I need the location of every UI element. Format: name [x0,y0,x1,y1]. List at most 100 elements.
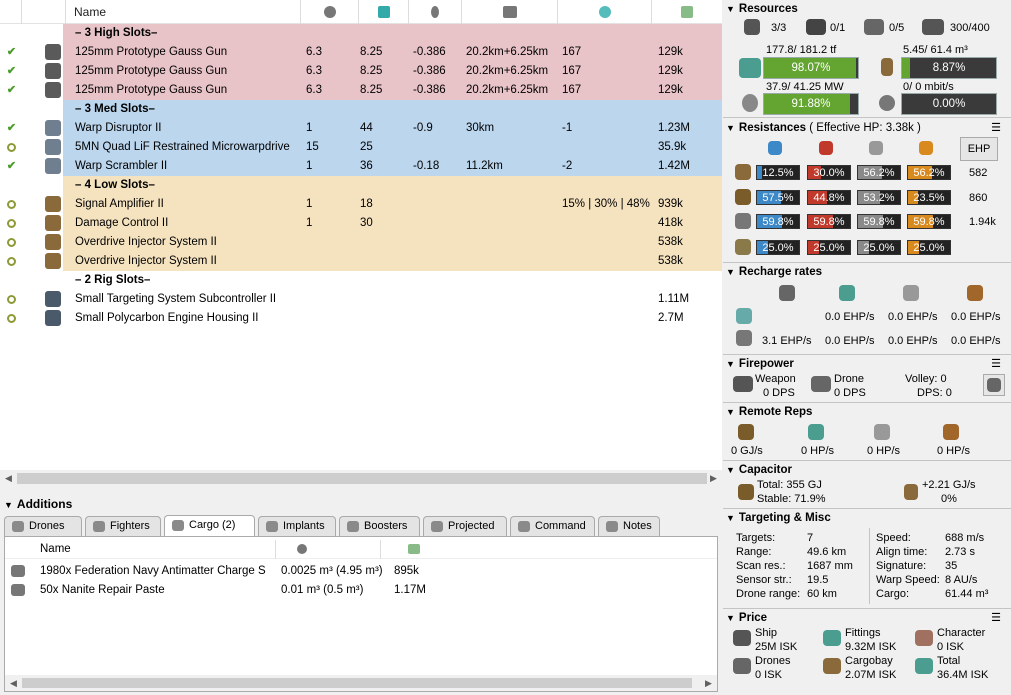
module-row[interactable]: 5MN Quad LiF Restrained Microwarpdrive 15… [0,138,722,157]
module-stat-c3: -0.18 [413,160,440,172]
fitting-hscrollbar[interactable]: ◀ ▶ [0,470,722,487]
tab-fighters[interactable]: Fighters [85,516,161,536]
range-col-header[interactable] [462,0,558,24]
module-icon [45,253,61,269]
capacitor-header[interactable]: ▼ Capacitor [726,462,792,478]
resist-value: 44.8% [813,192,845,204]
tab-projected[interactable]: Projected [423,516,507,536]
module-row[interactable]: Overdrive Injector System II 538k [0,252,722,271]
cargo-price-col-header[interactable] [408,540,420,561]
tab-implants[interactable]: Implants [258,516,336,536]
module-stat-c7: 1.42M [658,160,690,172]
tab-boosters[interactable]: Boosters [339,516,420,536]
module-name: Damage Control II [75,217,169,229]
menu-icon[interactable]: ☰ [991,121,1001,134]
tab-drones[interactable]: Drones [4,516,82,536]
menu-icon[interactable]: ☰ [991,357,1001,370]
module-row[interactable]: Damage Control II 1 30 418k [0,214,722,233]
module-stat-c5: 167 [562,65,582,77]
online-state-icon[interactable] [7,219,16,228]
collapse-triangle-icon: ▼ [726,407,735,417]
section-header: – 2 Rig Slots– [0,271,722,290]
remote-reps-header[interactable]: ▼ Remote Reps [726,404,812,420]
icon-col-header[interactable] [22,0,66,24]
fittings-icon [823,630,841,646]
stat-label: Speed: [876,532,911,544]
module-row[interactable]: Signal Amplifier II 1 18 15% | 30% | 48% 939… [0,195,722,214]
scroll-right-arrow-icon[interactable]: ▶ [705,470,722,487]
scroll-thumb[interactable] [17,473,707,484]
tab-icon [518,521,530,532]
collapse-triangle-icon: ▼ [726,465,735,475]
name-col-header[interactable]: Name [66,0,301,24]
cpu-col-header[interactable] [301,0,359,24]
ehp-button[interactable]: EHP [960,137,998,161]
module-stat-c5: -2 [562,160,573,172]
state-col-header[interactable] [0,0,22,24]
module-row[interactable]: ✔ 125mm Prototype Gauss Gun 6.3 8.25 -0.386 2… [0,43,722,62]
scroll-left-arrow-icon[interactable]: ◀ [0,470,17,487]
tab-label: Command [535,520,586,532]
active-check-icon[interactable]: ✔ [6,47,17,58]
cargo-name-header[interactable]: Name [40,540,71,559]
resist-value: 59.8% [813,216,845,228]
firepower-header[interactable]: ▼ Firepower [726,356,794,372]
module-row[interactable]: ✔ Warp Scrambler II 1 36 -0.18 11.2km -2 1.42M [0,157,722,176]
online-state-icon[interactable] [7,257,16,266]
active-check-icon[interactable]: ✔ [6,85,17,96]
price-col-header[interactable] [652,0,722,24]
special-col-header[interactable] [558,0,652,24]
active-check-icon[interactable]: ✔ [6,161,17,172]
module-row[interactable]: Small Targeting System Subcontroller II 1… [0,290,722,309]
tab-command[interactable]: Command [510,516,595,536]
module-row[interactable]: ✔ 125mm Prototype Gauss Gun 6.3 8.25 -0.386 2… [0,81,722,100]
online-state-icon[interactable] [7,314,16,323]
targeting-header[interactable]: ▼ Targeting & Misc [726,510,831,526]
cpu-icon [323,6,336,18]
module-row[interactable]: ✔ Warp Disruptor II 1 44 -0.9 30km -1 1.23M [0,119,722,138]
online-state-icon[interactable] [7,200,16,209]
scroll-right-arrow-icon[interactable]: ▶ [700,675,717,691]
divider [723,608,1011,609]
cargo-row[interactable]: 50x Nanite Repair Paste 0.01 m³ (0.5 m³) 1… [5,581,717,600]
additions-header[interactable]: ▼ Additions [0,495,722,513]
online-state-icon[interactable] [7,295,16,304]
module-icon [45,44,61,60]
module-row[interactable]: Small Polycarbon Engine Housing II 2.7M [0,309,722,328]
online-state-icon[interactable] [7,143,16,152]
module-row[interactable]: Overdrive Injector System II 538k [0,233,722,252]
armor-layer-icon [735,189,751,205]
active-check-icon[interactable]: ✔ [6,123,17,134]
module-stat-c2: 18 [360,198,373,210]
stat-value: 1687 mm [807,560,853,572]
cap-col-header[interactable] [409,0,462,24]
bandwidth-bar: 0.00% [901,93,997,115]
online-state-icon[interactable] [7,238,16,247]
menu-icon[interactable]: ☰ [991,611,1001,624]
tab-notes[interactable]: Notes [598,516,660,536]
price-icon [408,544,420,554]
module-name: 125mm Prototype Gauss Gun [75,46,228,58]
volume-col-header[interactable] [297,540,307,561]
module-stat-c6: 15% | 30% | 48% [562,198,650,210]
power-col-header[interactable] [359,0,409,24]
price-header[interactable]: ▼ Price [726,610,767,626]
weapon-label: Weapon [755,373,796,385]
tab-cargo[interactable]: Cargo (2) [164,515,255,536]
resist-value: 56.2% [913,167,945,179]
weapon-icon [733,376,753,392]
tab-icon [606,521,618,532]
recharge-header[interactable]: ▼ Recharge rates [726,264,822,280]
scroll-thumb[interactable] [22,678,692,688]
active-check-icon[interactable]: ✔ [6,66,17,77]
damage-pattern-button[interactable] [983,374,1005,396]
resources-header[interactable]: ▼ Resources [726,1,798,17]
stat-label: Signature: [876,560,927,572]
module-name: Signal Amplifier II [75,198,164,210]
resistances-header[interactable]: ▼ Resistances ( Effective HP: 3.38k ) [726,120,921,136]
cargo-hscrollbar[interactable]: ◀ ▶ [5,675,717,691]
scroll-left-arrow-icon[interactable]: ◀ [5,675,22,691]
module-row[interactable]: ✔ 125mm Prototype Gauss Gun 6.3 8.25 -0.386 2… [0,62,722,81]
cargo-row[interactable]: 1980x Federation Navy Antimatter Charge … [5,562,717,581]
section-header: – 3 Med Slots– [0,100,722,119]
